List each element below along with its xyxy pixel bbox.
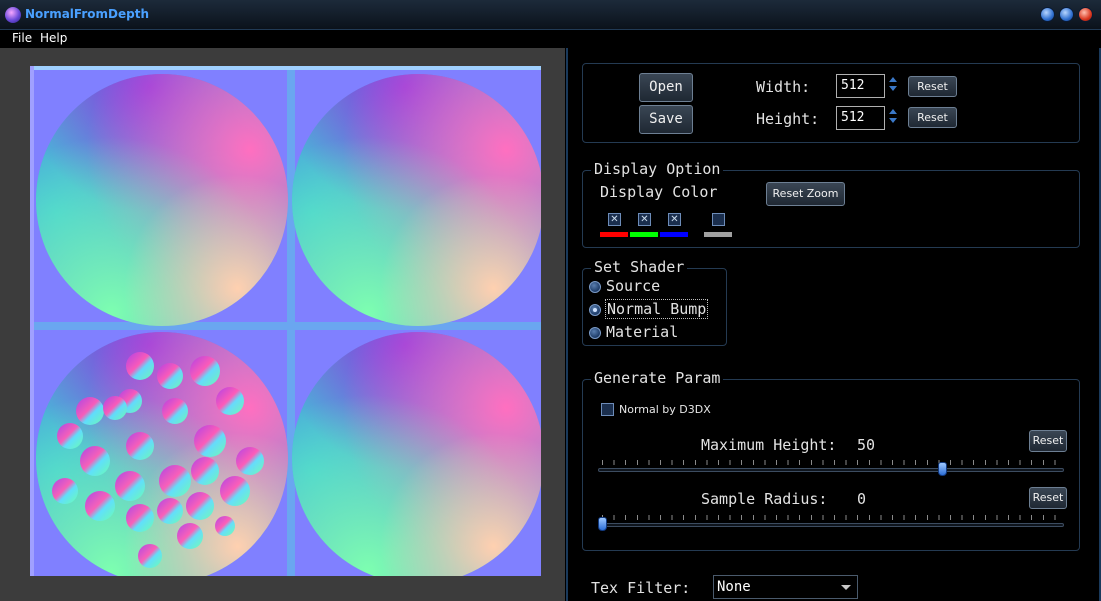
max-height-label: Maximum Height: — [701, 436, 837, 454]
menu-file[interactable]: File — [12, 31, 32, 45]
menu-bar: File Help — [0, 30, 1101, 48]
max-height-reset-button[interactable]: Reset — [1029, 430, 1067, 452]
height-label: Height: — [756, 110, 820, 128]
set-shader-group: Set Shader Source Normal Bump Material — [582, 258, 727, 346]
generate-param-title: Generate Param — [591, 369, 724, 387]
menu-help[interactable]: Help — [40, 31, 67, 45]
sample-radius-reset-button[interactable]: Reset — [1029, 487, 1067, 509]
normal-map-preview[interactable] — [30, 66, 541, 576]
max-height-slider[interactable] — [598, 468, 1064, 472]
height-reset-button[interactable]: Reset — [908, 107, 957, 128]
tex-filter-value: None — [717, 579, 751, 595]
display-option-title: Display Option — [591, 160, 724, 178]
green-channel-swatch — [630, 232, 658, 237]
sample-radius-slider-thumb[interactable] — [598, 517, 607, 531]
window-title: NormalFromDepth — [25, 7, 149, 21]
shader-normal-bump-label[interactable]: Normal Bump — [605, 299, 709, 319]
minimize-button[interactable] — [1040, 7, 1055, 22]
red-channel-swatch — [600, 232, 628, 237]
sample-radius-label: Sample Radius: — [701, 490, 828, 508]
normal-by-d3dx-label[interactable]: Normal by D3DX — [619, 403, 711, 416]
shader-material-radio[interactable] — [589, 327, 601, 339]
max-height-ticks — [602, 460, 1062, 465]
width-label: Width: — [756, 78, 811, 96]
alpha-channel-checkbox[interactable] — [712, 213, 725, 226]
sample-radius-value: 0 — [857, 490, 867, 508]
shader-material-label[interactable]: Material — [606, 323, 678, 341]
display-option-group: Display Option Display Color Reset Zoom … — [582, 160, 1080, 248]
set-shader-title: Set Shader — [591, 258, 688, 276]
chevron-down-icon — [841, 585, 851, 590]
app-icon — [5, 7, 21, 23]
red-channel-checkbox[interactable]: ✕ — [608, 213, 621, 226]
display-color-label: Display Color — [600, 183, 718, 201]
width-reset-button[interactable]: Reset — [908, 76, 957, 97]
tex-filter-label: Tex Filter: — [591, 579, 691, 597]
shader-normal-bump-radio[interactable] — [589, 304, 601, 316]
blue-channel-checkbox[interactable]: ✕ — [668, 213, 681, 226]
width-stepper[interactable] — [888, 74, 898, 98]
height-stepper[interactable] — [888, 106, 898, 130]
tex-filter-select[interactable]: None — [713, 575, 858, 599]
max-height-slider-thumb[interactable] — [938, 462, 948, 476]
generate-param-group: Generate Param Normal by D3DX Maximum He… — [582, 369, 1080, 551]
preview-panel[interactable] — [0, 48, 565, 601]
size-group: Open Save Width: 512 Reset Height: 512 R… — [582, 63, 1080, 143]
sample-radius-slider[interactable] — [598, 523, 1064, 527]
green-channel-checkbox[interactable]: ✕ — [638, 213, 651, 226]
maximize-button[interactable] — [1059, 7, 1074, 22]
reset-zoom-button[interactable]: Reset Zoom — [766, 182, 845, 206]
shader-source-radio[interactable] — [589, 281, 601, 293]
width-input[interactable]: 512 — [836, 74, 885, 98]
shader-source-label[interactable]: Source — [606, 277, 660, 295]
control-panel: Open Save Width: 512 Reset Height: 512 R… — [566, 48, 1101, 601]
blue-channel-swatch — [660, 232, 688, 237]
max-height-value: 50 — [857, 436, 876, 454]
open-button[interactable]: Open — [639, 73, 693, 102]
sample-radius-ticks — [602, 515, 1062, 520]
alpha-channel-swatch — [704, 232, 732, 237]
normal-by-d3dx-checkbox[interactable] — [601, 403, 614, 416]
close-button[interactable] — [1078, 7, 1093, 22]
save-button[interactable]: Save — [639, 105, 693, 134]
height-input[interactable]: 512 — [836, 106, 885, 130]
title-bar: NormalFromDepth — [0, 0, 1101, 30]
